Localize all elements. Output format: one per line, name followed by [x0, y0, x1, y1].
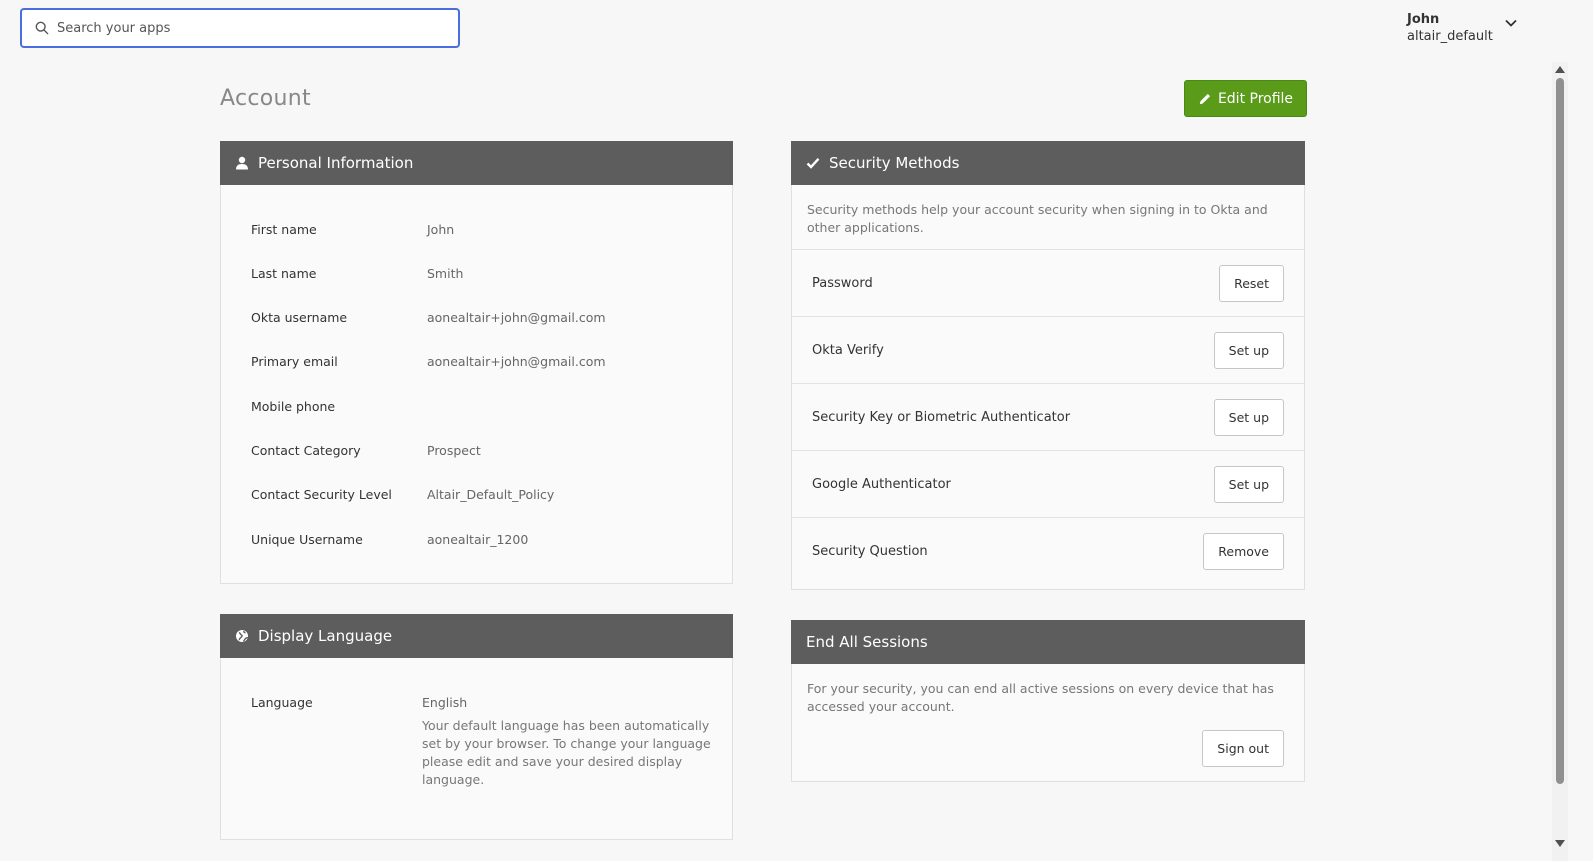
- method-row-security-question: Security Question Remove: [792, 518, 1304, 585]
- search-input[interactable]: [57, 20, 458, 36]
- info-row-first-name: First name John: [251, 222, 454, 237]
- field-value: Prospect: [427, 443, 481, 458]
- personal-information-panel: Personal Information First name John Las…: [220, 141, 733, 584]
- user-org: altair_default: [1407, 29, 1493, 44]
- security-methods-header: Security Methods: [791, 141, 1305, 185]
- edit-profile-button[interactable]: Edit Profile: [1184, 80, 1307, 117]
- info-row-mobile-phone: Mobile phone: [251, 399, 427, 414]
- language-help-text: Your default language has been automatic…: [422, 718, 711, 787]
- panel-title: Personal Information: [258, 154, 414, 172]
- globe-icon: [236, 630, 249, 642]
- field-value: aonealtair_1200: [427, 532, 529, 547]
- method-label: Security Question: [812, 544, 928, 559]
- field-label: Contact Security Level: [251, 487, 392, 502]
- panel-title: Display Language: [258, 627, 393, 645]
- field-value: Smith: [427, 266, 464, 281]
- security-description: Security methods help your account secur…: [792, 185, 1304, 250]
- field-value: aonealtair+john@gmail.com: [427, 354, 606, 369]
- method-row-password: Password Reset: [792, 250, 1304, 317]
- field-label: Primary email: [251, 354, 338, 369]
- field-label: Unique Username: [251, 532, 363, 547]
- user-menu[interactable]: John altair_default: [1407, 11, 1517, 45]
- info-row-okta-username: Okta username aonealtair+john@gmail.com: [251, 310, 606, 325]
- method-label: Okta Verify: [812, 342, 884, 358]
- field-label: Okta username: [251, 310, 348, 325]
- panel-title: End All Sessions: [806, 633, 928, 651]
- field-value: John: [427, 222, 455, 237]
- page-title: Account: [220, 86, 311, 111]
- end-all-sessions-header: End All Sessions: [791, 620, 1305, 664]
- field-label: First name: [251, 222, 317, 237]
- display-language-header: Display Language: [220, 614, 733, 658]
- display-language-panel: Display Language Language English Your d…: [220, 614, 733, 840]
- sign-out-button[interactable]: Sign out: [1202, 730, 1284, 767]
- language-value: English: [422, 695, 468, 710]
- end-all-sessions-panel: End All Sessions For your security, you …: [791, 620, 1305, 782]
- user-name: John: [1407, 12, 1440, 27]
- search-icon: [35, 21, 49, 35]
- method-row-google-authenticator: Google Authenticator Set up: [792, 451, 1304, 518]
- method-label: Security Key or Biometric Authenticator: [812, 409, 1071, 425]
- info-row-last-name: Last name Smith: [251, 266, 463, 281]
- checkmark-icon: [806, 157, 820, 169]
- field-label: Mobile phone: [251, 399, 336, 414]
- pencil-icon: [1199, 93, 1211, 104]
- method-row-security-key: Security Key or Biometric Authenticator …: [792, 384, 1304, 451]
- scroll-down-arrow[interactable]: [1555, 840, 1565, 847]
- info-row-contact-security-level: Contact Security Level Altair_Default_Po…: [251, 487, 554, 502]
- method-label: Password: [812, 275, 873, 291]
- chevron-down-icon[interactable]: [1505, 19, 1517, 27]
- field-label: Contact Category: [251, 443, 361, 458]
- user-icon: [236, 156, 248, 170]
- remove-security-question-button[interactable]: Remove: [1203, 533, 1284, 570]
- edit-profile-label: Edit Profile: [1217, 90, 1294, 107]
- field-value: Altair_Default_Policy: [427, 487, 555, 502]
- scroll-up-arrow[interactable]: [1555, 66, 1565, 73]
- setup-google-authenticator-button[interactable]: Set up: [1213, 465, 1284, 503]
- language-label: Language: [251, 695, 313, 710]
- info-row-contact-category: Contact Category Prospect: [251, 443, 481, 458]
- app-search-box[interactable]: [20, 8, 460, 48]
- reset-password-button[interactable]: Reset: [1219, 264, 1284, 302]
- method-label: Google Authenticator: [812, 476, 951, 492]
- security-methods-panel: Security Methods Security methods help y…: [791, 141, 1305, 590]
- info-row-unique-username: Unique Username aonealtair_1200: [251, 532, 528, 547]
- sessions-description: For your security, you can end all activ…: [807, 681, 1274, 714]
- personal-information-header: Personal Information: [220, 141, 733, 185]
- scrollbar-thumb[interactable]: [1556, 78, 1564, 784]
- setup-okta-verify-button[interactable]: Set up: [1213, 331, 1284, 369]
- panel-title: Security Methods: [829, 154, 960, 172]
- scrollbar[interactable]: [1552, 62, 1568, 861]
- field-label: Last name: [251, 266, 317, 281]
- info-row-primary-email: Primary email aonealtair+john@gmail.com: [251, 354, 606, 369]
- setup-security-key-button[interactable]: Set up: [1213, 398, 1284, 436]
- method-row-okta-verify: Okta Verify Set up: [792, 317, 1304, 384]
- field-value: aonealtair+john@gmail.com: [427, 310, 606, 325]
